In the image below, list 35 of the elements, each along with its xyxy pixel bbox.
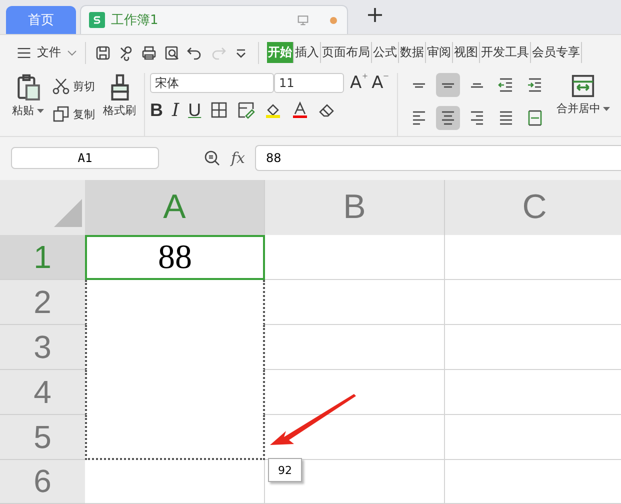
name-box[interactable]: A1 bbox=[11, 147, 159, 169]
paste-button[interactable]: 粘贴 bbox=[12, 103, 34, 118]
cut-button[interactable]: 剪切 bbox=[73, 78, 95, 94]
function-button[interactable]: fx bbox=[231, 149, 246, 167]
underline-button[interactable]: U bbox=[188, 100, 202, 120]
bold-button[interactable]: B bbox=[150, 100, 163, 120]
italic-button[interactable]: I bbox=[172, 100, 180, 120]
ribbon-tab[interactable]: 数据 bbox=[399, 42, 426, 63]
font-name-field[interactable]: 宋体 bbox=[150, 73, 274, 93]
ribbon-tab[interactable]: 公式 bbox=[372, 42, 399, 63]
table-cell: 88 bbox=[85, 235, 265, 280]
fill-tooltip: 92 bbox=[268, 458, 302, 482]
row-header[interactable]: 5 bbox=[0, 415, 85, 460]
formula-field[interactable]: 88 bbox=[255, 145, 621, 171]
file-menu[interactable]: 文件 bbox=[37, 44, 77, 61]
ribbon-tab[interactable]: 会员专享 bbox=[531, 42, 582, 63]
copy-button[interactable]: 复制 bbox=[73, 106, 95, 122]
column-header[interactable]: B bbox=[265, 180, 445, 235]
ribbon-tab[interactable]: 插入 bbox=[294, 42, 321, 63]
workbook-tab[interactable]: 工作簿1 bbox=[80, 5, 348, 34]
workbook-tab-label: 工作簿1 bbox=[111, 12, 158, 29]
format-painter-button[interactable]: 格式刷 bbox=[103, 103, 136, 118]
grow-font-button[interactable]: A bbox=[350, 73, 362, 93]
shrink-font-button[interactable]: A bbox=[372, 73, 384, 93]
row-header[interactable]: 2 bbox=[0, 280, 85, 325]
ribbon-tab[interactable]: 页面布局 bbox=[321, 42, 372, 63]
ribbon-tab[interactable]: 审阅 bbox=[426, 42, 453, 63]
column-header[interactable]: C bbox=[445, 180, 621, 235]
merge-center-button[interactable]: 合并居中 bbox=[556, 101, 600, 116]
row-header[interactable]: 6 bbox=[0, 460, 85, 504]
ribbon-tab[interactable]: 视图 bbox=[453, 42, 480, 63]
row-header[interactable]: 4 bbox=[0, 370, 85, 415]
ribbon-tab[interactable]: 开发工具 bbox=[480, 42, 531, 63]
font-size-field[interactable]: 11 bbox=[274, 73, 344, 93]
row-header[interactable]: 3 bbox=[0, 325, 85, 370]
